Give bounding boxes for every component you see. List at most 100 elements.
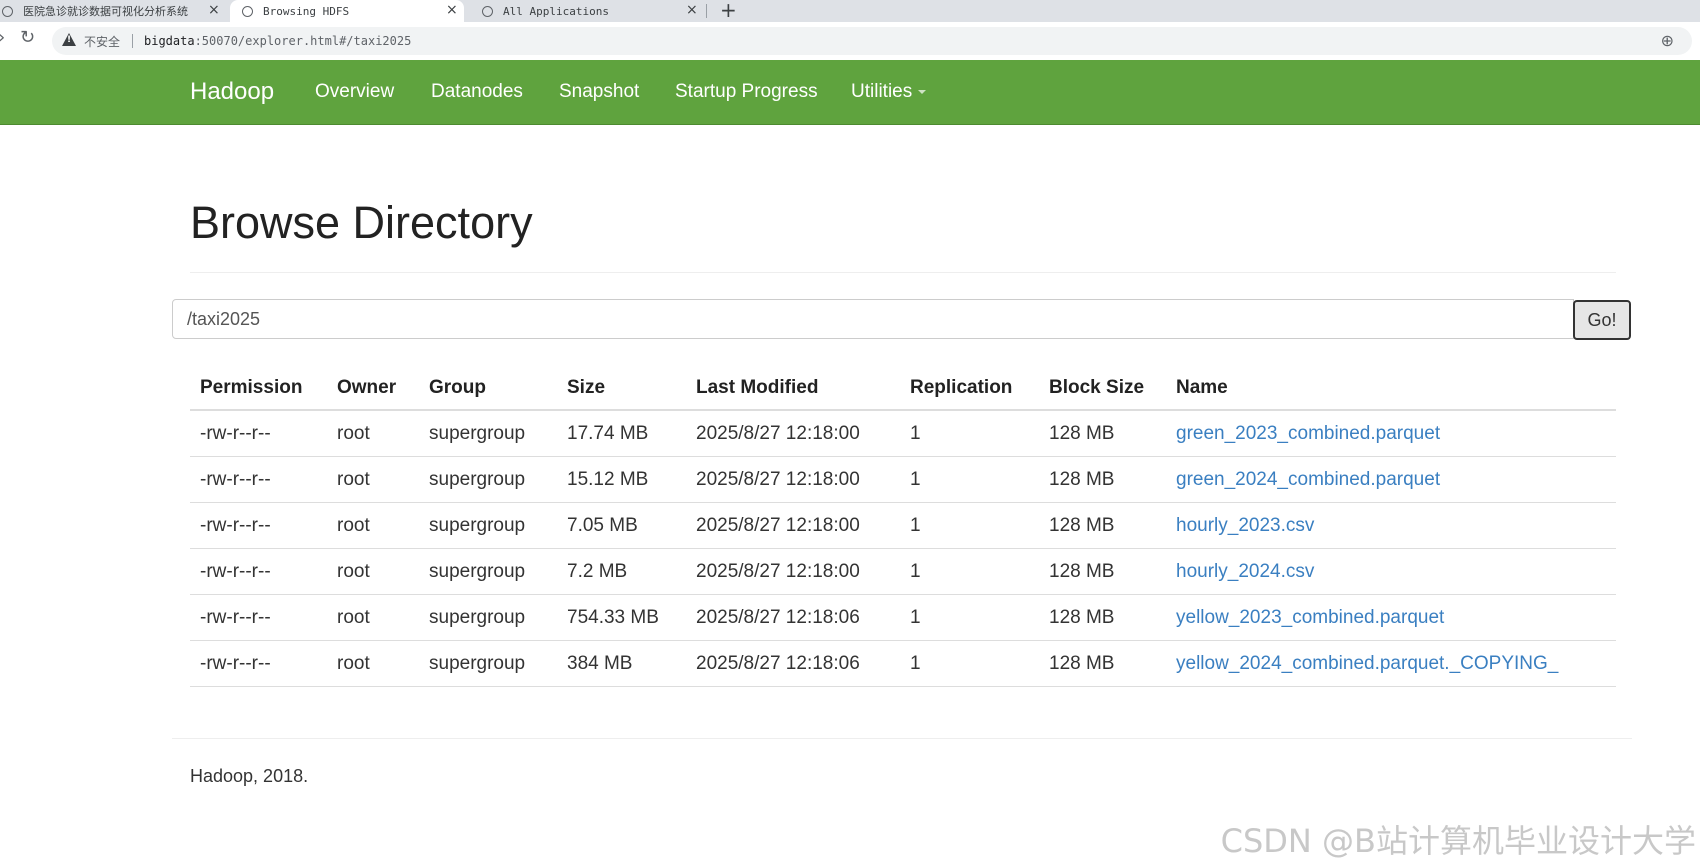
nav-overview[interactable]: Overview [315,81,394,103]
globe-icon [242,5,253,17]
tab-title: 医院急诊就诊数据可视化分析系统 [23,5,188,18]
cell-owner: root [327,456,419,503]
address-bar[interactable]: 不安全 bigdata:50070/explorer.html#/taxi202… [52,27,1692,55]
zoom-icon[interactable]: ⊕ [1661,31,1674,50]
column-header-group[interactable]: Group [419,366,557,411]
cell-last-modified: 2025/8/27 12:18:00 [686,548,900,595]
omnibox-separator [132,34,133,48]
table-row: -rw-r--r-- root supergroup 15.12 MB 2025… [190,456,1616,503]
column-header-permission[interactable]: Permission [190,366,327,411]
tab-all-applications[interactable]: All Applications × [470,0,702,22]
cell-permission: -rw-r--r-- [190,410,327,457]
title-divider [190,272,1616,273]
column-header-replication[interactable]: Replication [900,366,1039,411]
go-button[interactable]: Go! [1573,300,1631,340]
tab-title: All Applications [503,4,609,18]
file-name-link[interactable]: hourly_2023.csv [1166,502,1616,549]
nav-startup-progress[interactable]: Startup Progress [675,81,818,103]
browser-toolbar: › ↻ 不安全 bigdata:50070/explorer.html#/tax… [0,22,1700,61]
file-name-link[interactable]: yellow_2024_combined.parquet._COPYING_ [1166,640,1616,687]
cell-block-size: 128 MB [1039,594,1166,641]
table-row: -rw-r--r-- root supergroup 754.33 MB 202… [190,594,1616,641]
table-header-row: Permission Owner Group Size Last Modifie… [190,366,1616,411]
url-host: bigdata [144,34,195,48]
tab-browsing-hdfs[interactable]: Browsing HDFS × [230,0,464,22]
cell-replication: 1 [900,594,1039,641]
cell-last-modified: 2025/8/27 12:18:06 [686,640,900,687]
footer-divider [172,738,1632,739]
column-header-block-size[interactable]: Block Size [1039,366,1166,411]
new-tab-button[interactable]: + [720,0,737,22]
tab-title: Browsing HDFS [263,4,350,18]
nav-snapshot[interactable]: Snapshot [559,81,639,103]
file-name-link[interactable]: green_2023_combined.parquet [1166,410,1616,457]
cell-last-modified: 2025/8/27 12:18:00 [686,456,900,503]
close-tab-icon[interactable]: × [686,2,698,18]
cell-replication: 1 [900,502,1039,549]
cell-owner: root [327,548,419,595]
column-header-size[interactable]: Size [557,366,686,411]
cell-last-modified: 2025/8/27 12:18:00 [686,502,900,549]
cell-block-size: 128 MB [1039,456,1166,503]
column-header-name[interactable]: Name [1166,366,1616,411]
cell-group: supergroup [419,502,557,549]
cell-last-modified: 2025/8/27 12:18:06 [686,594,900,641]
close-tab-icon[interactable]: × [446,2,458,18]
cell-permission: -rw-r--r-- [190,502,327,549]
warning-icon [62,33,76,46]
brand-logo[interactable]: Hadoop [190,78,274,106]
cell-group: supergroup [419,456,557,503]
nav-utilities[interactable]: Utilities [851,81,927,103]
cell-last-modified: 2025/8/27 12:18:00 [686,410,900,457]
cell-group: supergroup [419,640,557,687]
directory-table: Permission Owner Group Size Last Modifie… [190,366,1616,687]
table-row: -rw-r--r-- root supergroup 17.74 MB 2025… [190,410,1616,457]
cell-size: 7.05 MB [557,502,686,549]
file-name-link[interactable]: yellow_2023_combined.parquet [1166,594,1616,641]
cell-permission: -rw-r--r-- [190,594,327,641]
hadoop-navbar: Hadoop Overview Datanodes Snapshot Start… [0,60,1700,125]
cell-owner: root [327,594,419,641]
close-tab-icon[interactable]: × [208,2,220,18]
column-header-owner[interactable]: Owner [327,366,419,411]
cell-size: 7.2 MB [557,548,686,595]
cell-replication: 1 [900,548,1039,595]
cell-permission: -rw-r--r-- [190,456,327,503]
cell-block-size: 128 MB [1039,502,1166,549]
cell-size: 17.74 MB [557,410,686,457]
cell-group: supergroup [419,548,557,595]
cell-owner: root [327,410,419,457]
nav-datanodes[interactable]: Datanodes [431,81,523,103]
tab-hospital-system[interactable]: 医院急诊就诊数据可视化分析系统 × [0,0,225,22]
globe-icon [2,5,13,17]
cell-replication: 1 [900,410,1039,457]
cell-permission: -rw-r--r-- [190,548,327,595]
url-text[interactable]: bigdata:50070/explorer.html#/taxi2025 [144,34,411,48]
globe-icon [482,5,493,17]
cell-block-size: 128 MB [1039,410,1166,457]
cell-owner: root [327,640,419,687]
security-label[interactable]: 不安全 [84,33,120,50]
back-icon[interactable]: › [0,27,5,48]
file-name-link[interactable]: hourly_2024.csv [1166,548,1616,595]
page-title: Browse Directory [190,197,533,248]
column-header-last-modified[interactable]: Last Modified [686,366,900,411]
table-row: -rw-r--r-- root supergroup 7.2 MB 2025/8… [190,548,1616,595]
cell-size: 15.12 MB [557,456,686,503]
caret-down-icon [918,89,927,94]
browser-tab-bar: 医院急诊就诊数据可视化分析系统 × Browsing HDFS × All Ap… [0,0,1700,22]
table-row: -rw-r--r-- root supergroup 384 MB 2025/8… [190,640,1616,687]
cell-size: 754.33 MB [557,594,686,641]
cell-block-size: 128 MB [1039,640,1166,687]
file-name-link[interactable]: green_2024_combined.parquet [1166,456,1616,503]
table-row: -rw-r--r-- root supergroup 7.05 MB 2025/… [190,502,1616,549]
cell-group: supergroup [419,410,557,457]
cell-block-size: 128 MB [1039,548,1166,595]
url-path: :50070/explorer.html#/taxi2025 [194,34,412,48]
reload-icon[interactable]: ↻ [20,27,35,48]
nav-utilities-label: Utilities [851,81,913,102]
cell-permission: -rw-r--r-- [190,640,327,687]
tab-separator [706,4,707,18]
cell-size: 384 MB [557,640,686,687]
directory-path-input[interactable] [172,299,1574,339]
